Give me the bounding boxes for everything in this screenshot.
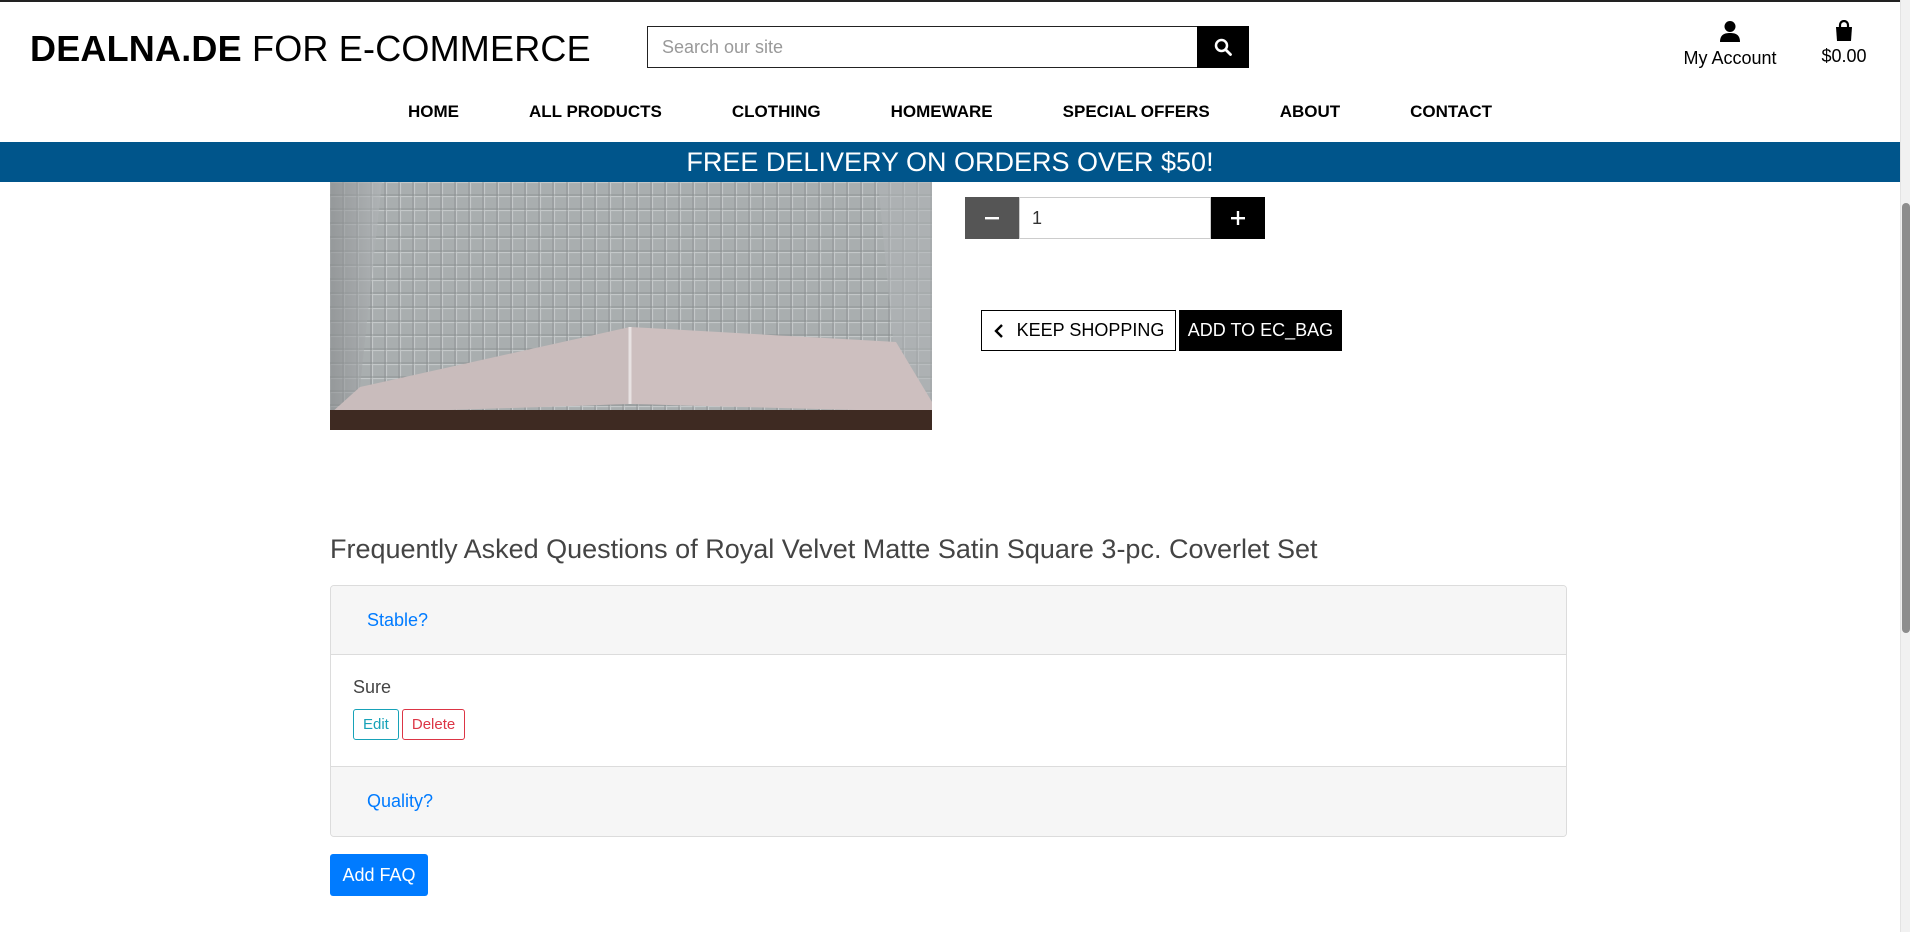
delivery-banner: FREE DELIVERY ON ORDERS OVER $50! xyxy=(0,142,1900,182)
page-scrollbar[interactable] xyxy=(1900,0,1910,932)
decrease-quantity-button[interactable] xyxy=(965,197,1019,239)
shopping-bag-link[interactable]: $0.00 xyxy=(1816,20,1872,67)
nav-clothing[interactable]: CLOTHING xyxy=(697,98,856,126)
faq-accordion: Stable? Sure Edit Delete Quality? xyxy=(330,585,1567,837)
logo-suffix: FOR E-COMMERCE xyxy=(241,28,591,69)
faq-question: Quality? xyxy=(367,791,434,811)
keep-shopping-label: KEEP SHOPPING xyxy=(1016,320,1165,340)
add-faq-button[interactable]: Add FAQ xyxy=(330,854,428,896)
delete-faq-button[interactable]: Delete xyxy=(401,709,466,740)
faq-answer: Sure xyxy=(353,677,392,697)
faq-question-toggle[interactable]: Stable? xyxy=(331,586,1566,655)
product-image xyxy=(330,182,932,430)
quantity-input[interactable] xyxy=(1019,197,1211,239)
bag-total: $0.00 xyxy=(1821,46,1867,66)
faq-question-toggle[interactable]: Quality? xyxy=(331,767,1566,836)
faq-answer-panel: Sure Edit Delete xyxy=(331,655,1566,767)
site-header: DEALNA.DE FOR E-COMMERCE My Account $0.0… xyxy=(0,0,1900,142)
search-form xyxy=(647,26,1249,68)
nav-special-offers[interactable]: SPECIAL OFFERS xyxy=(1028,98,1245,126)
increase-quantity-button[interactable] xyxy=(1211,197,1265,239)
plus-icon xyxy=(1231,211,1245,225)
nav-contact[interactable]: CONTACT xyxy=(1375,98,1527,126)
scrollbar-thumb[interactable] xyxy=(1902,203,1910,633)
nav-homeware[interactable]: HOMEWARE xyxy=(856,98,1028,126)
site-logo[interactable]: DEALNA.DE FOR E-COMMERCE xyxy=(30,28,591,70)
minus-icon xyxy=(985,217,999,220)
faq-actions: Edit Delete xyxy=(353,709,1544,740)
nav-home[interactable]: HOME xyxy=(373,98,494,126)
main-nav: HOME ALL PRODUCTS CLOTHING HOMEWARE SPEC… xyxy=(0,98,1900,126)
keep-shopping-button[interactable]: KEEP SHOPPING xyxy=(981,310,1176,351)
quantity-stepper xyxy=(965,197,1265,239)
faq-question: Stable? xyxy=(367,609,429,630)
nav-all-products[interactable]: ALL PRODUCTS xyxy=(494,98,697,126)
add-to-bag-button[interactable]: ADD TO EC_BAG xyxy=(1179,310,1342,351)
search-icon xyxy=(1214,38,1232,56)
logo-brand: DEALNA.DE xyxy=(30,28,242,69)
my-account-label: My Account xyxy=(1683,48,1777,68)
nav-about[interactable]: ABOUT xyxy=(1245,98,1375,126)
my-account-link[interactable]: My Account xyxy=(1680,20,1780,69)
user-icon xyxy=(1720,21,1740,42)
chevron-left-icon xyxy=(993,323,1003,338)
shopping-bag-icon xyxy=(1836,20,1852,41)
search-button[interactable] xyxy=(1197,26,1249,68)
edit-faq-button[interactable]: Edit xyxy=(353,709,399,740)
faq-title: Frequently Asked Questions of Royal Velv… xyxy=(330,534,1318,564)
search-input[interactable] xyxy=(647,26,1197,68)
